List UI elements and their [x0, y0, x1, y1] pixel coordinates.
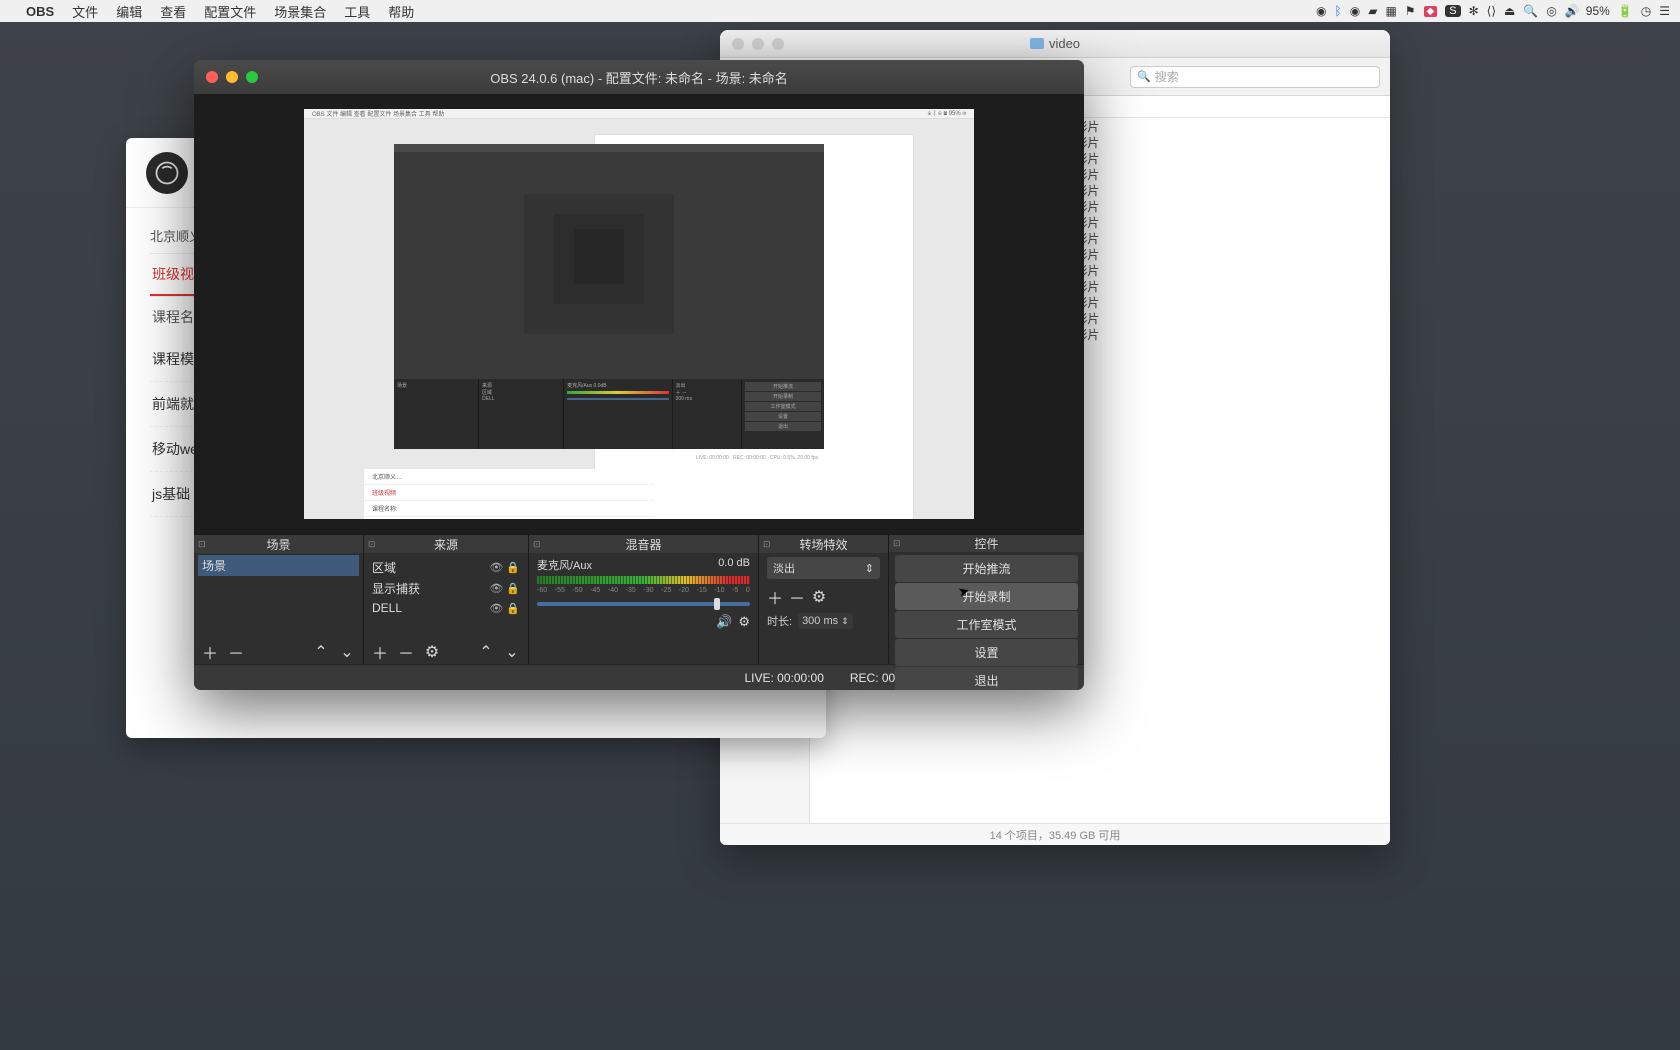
status-obs-icon[interactable]: ◉ — [1316, 4, 1326, 18]
source-gear-icon[interactable]: ⚙︎ — [424, 642, 440, 662]
settings-button[interactable]: 设置 — [895, 639, 1078, 666]
volume-slider[interactable] — [537, 602, 750, 606]
eye-icon[interactable]: 👁 — [489, 602, 503, 615]
status-wifi-icon[interactable]: ◎ — [1546, 4, 1556, 18]
menu-file[interactable]: 文件 — [72, 2, 98, 21]
start-stream-button[interactable]: 开始推流 — [895, 555, 1078, 582]
panel-mixer: ⊡混音器 麦克风/Aux0.0 dB -60-55-50-45-40-35-30… — [529, 535, 759, 664]
finder-titlebar[interactable]: video — [720, 30, 1390, 58]
status-list-icon[interactable]: ☰ — [1659, 4, 1670, 18]
source-remove-icon[interactable]: － — [398, 640, 414, 664]
obs-window: OBS 24.0.6 (mac) - 配置文件: 未命名 - 场景: 未命名 O… — [194, 60, 1084, 690]
panel-title-mixer: 混音器 — [625, 536, 661, 553]
panel-title-transition: 转场特效 — [799, 536, 847, 553]
status-cc-icon[interactable]: ◉ — [1350, 4, 1360, 18]
source-item[interactable]: 显示捕获👁🔒 — [372, 578, 520, 599]
obs-title: OBS 24.0.6 (mac) - 配置文件: 未命名 - 场景: 未命名 — [194, 68, 1084, 87]
status-grid-icon[interactable]: ▦ — [1385, 4, 1396, 18]
status-brackets-icon[interactable]: ⟨⟩ — [1487, 4, 1496, 18]
chevron-updown-icon: ⇕ — [865, 562, 874, 575]
speaker-icon[interactable]: 🔊 — [716, 614, 732, 630]
mixer-gear-icon[interactable]: ⚙︎ — [738, 614, 750, 630]
transition-add-icon[interactable]: ＋ — [767, 585, 783, 609]
transition-select[interactable]: 淡出⇕ — [767, 557, 880, 579]
studio-mode-button[interactable]: 工作室模式 — [895, 611, 1078, 638]
menubar: OBS 文件 编辑 查看 配置文件 场景集合 工具 帮助 ◉ ᛒ ◉ ▰ ▦ ⚑… — [0, 0, 1680, 22]
chevron-updown-icon[interactable]: ⇕ — [841, 616, 849, 627]
panel-sources: ⊡来源 区域👁🔒 显示捕获👁🔒 DELL👁🔒 ＋ － ⚙︎ ⌃ ⌄ — [364, 535, 529, 664]
source-up-icon[interactable]: ⌃ — [478, 642, 494, 662]
folder-icon — [1030, 38, 1044, 49]
status-asterisk-icon[interactable]: ✻ — [1469, 4, 1479, 18]
scene-item[interactable]: 场景 — [198, 555, 359, 576]
status-app-icon[interactable]: ▰ — [1368, 4, 1377, 18]
panel-title-scenes: 场景 — [266, 536, 290, 553]
panel-controls: ⊡控件 开始推流 开始录制 工作室模式 设置 退出 — [889, 535, 1084, 664]
scene-remove-icon[interactable]: － — [228, 640, 244, 664]
source-item[interactable]: 区域👁🔒 — [372, 557, 520, 578]
finder-search[interactable]: 搜索 — [1130, 66, 1380, 88]
status-square-icon[interactable]: ◆ — [1424, 6, 1438, 17]
lock-icon[interactable]: 🔒 — [506, 582, 520, 595]
duration-spinner[interactable]: 300 ms ⇕ — [798, 613, 853, 629]
panel-scenes: ⊡场景 场景 ＋ － ⌃ ⌄ — [194, 535, 364, 664]
status-search-icon[interactable]: 🔍 — [1523, 4, 1538, 18]
mixer-ticks: -60-55-50-45-40-35-30-25-20-15-10-50 — [537, 587, 750, 594]
panel-title-controls: 控件 — [974, 535, 998, 552]
source-add-icon[interactable]: ＋ — [372, 640, 388, 664]
finder-title: video — [720, 36, 1390, 51]
status-volume-icon[interactable]: 🔊 — [1565, 4, 1580, 18]
mixer-track: 麦克风/Aux — [537, 557, 592, 573]
start-record-button[interactable]: 开始录制 — [895, 583, 1078, 610]
obs-panels: ⊡场景 场景 ＋ － ⌃ ⌄ ⊡来源 区域👁🔒 显示捕获👁🔒 DELL👁🔒 — [194, 534, 1084, 664]
status-clock-icon[interactable]: ◷ — [1641, 4, 1651, 18]
status-eject-icon[interactable]: ⏏ — [1504, 4, 1515, 18]
status-flag-icon[interactable]: ⚑ — [1405, 4, 1416, 18]
battery-icon[interactable]: 🔋 — [1618, 4, 1633, 18]
transition-remove-icon[interactable]: － — [789, 585, 805, 609]
audio-meter — [537, 576, 750, 584]
obs-titlebar[interactable]: OBS 24.0.6 (mac) - 配置文件: 未命名 - 场景: 未命名 — [194, 60, 1084, 94]
mixer-level: 0.0 dB — [718, 557, 750, 573]
duration-label: 时长: — [767, 613, 792, 629]
status-s-icon[interactable]: S — [1445, 5, 1460, 17]
transition-gear-icon[interactable]: ⚙︎ — [811, 587, 827, 607]
panel-title-sources: 来源 — [434, 536, 458, 553]
source-down-icon[interactable]: ⌄ — [504, 642, 520, 662]
menu-scene-collection[interactable]: 场景集合 — [274, 2, 326, 21]
site-logo — [146, 152, 188, 194]
obs-preview[interactable]: OBS 文件 编辑 查看 配置文件 场景集合 工具 帮助◉ ᛒ ◉ ▦ 95% … — [194, 94, 1084, 534]
lock-icon[interactable]: 🔒 — [506, 602, 520, 615]
finder-footer: 14 个项目，35.49 GB 可用 — [720, 823, 1390, 845]
status-live: LIVE: 00:00:00 — [744, 671, 823, 685]
scene-down-icon[interactable]: ⌄ — [339, 642, 355, 662]
eye-icon[interactable]: 👁 — [489, 561, 503, 574]
exit-button[interactable]: 退出 — [895, 667, 1078, 690]
menu-tools[interactable]: 工具 — [344, 2, 370, 21]
preview-browser-mini: 北京顺义… 班级视频 课程名称: 课程模块 前端就业 移动web js基础 — [364, 469, 654, 519]
scene-add-icon[interactable]: ＋ — [202, 640, 218, 664]
eye-icon[interactable]: 👁 — [489, 582, 503, 595]
scene-up-icon[interactable]: ⌃ — [313, 642, 329, 662]
menu-help[interactable]: 帮助 — [388, 2, 414, 21]
menu-app[interactable]: OBS — [26, 4, 54, 19]
battery-percent: 95% — [1586, 4, 1610, 18]
menu-view[interactable]: 查看 — [160, 2, 186, 21]
lock-icon[interactable]: 🔒 — [506, 561, 520, 574]
menu-edit[interactable]: 编辑 — [116, 2, 142, 21]
menu-profile[interactable]: 配置文件 — [204, 2, 256, 21]
panel-transitions: ⊡转场特效 淡出⇕ ＋ － ⚙︎ 时长: 300 ms ⇕ — [759, 535, 889, 664]
source-item[interactable]: DELL👁🔒 — [372, 599, 520, 617]
status-bluetooth-icon[interactable]: ᛒ — [1335, 4, 1342, 18]
